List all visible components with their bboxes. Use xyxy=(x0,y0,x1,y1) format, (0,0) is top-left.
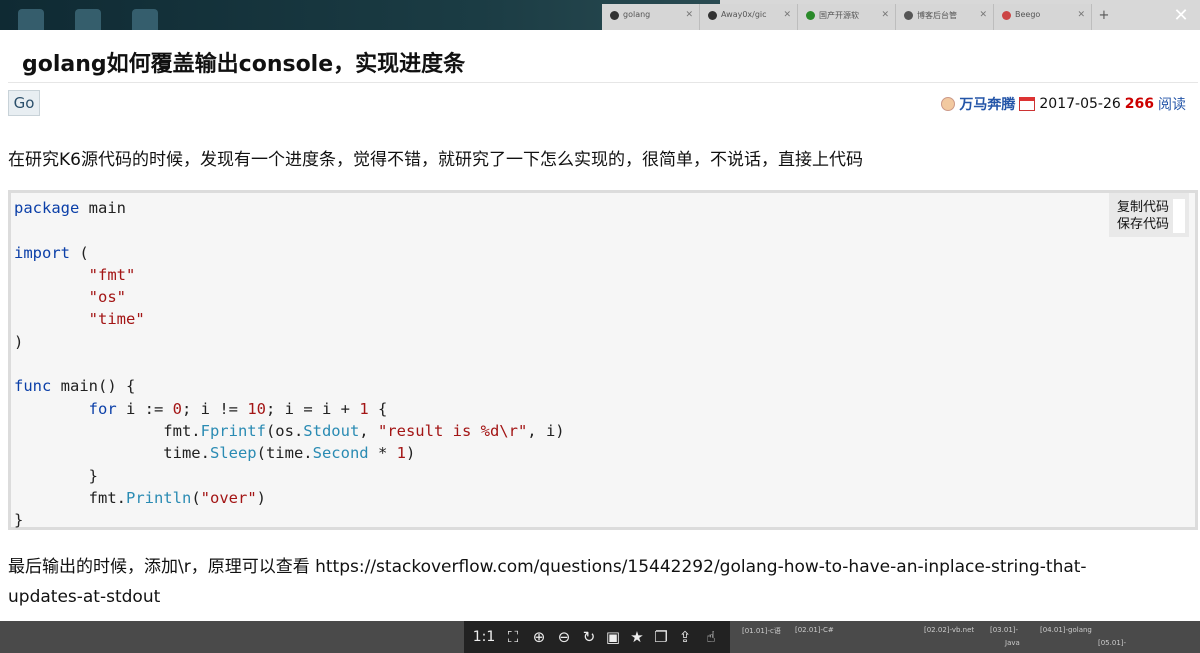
new-tab-button[interactable]: + xyxy=(1092,4,1116,30)
outro-paragraph: 最后输出的时候，添加\r，原理可以查看 https://stackoverflo… xyxy=(8,557,1087,607)
tab-close-icon[interactable]: ✕ xyxy=(881,10,889,20)
rotate-icon[interactable]: ↻ xyxy=(578,628,600,646)
copy-icon[interactable]: ❐ xyxy=(650,628,672,646)
tab-close-icon[interactable]: ✕ xyxy=(685,10,693,20)
browser-top-strip: golang ✕ Away0x/gic ✕ 国产开源软 ✕ 博客后台管 ✕ Beego ✕… xyxy=(0,0,1200,30)
avatar-icon xyxy=(941,97,956,111)
tab-close-icon[interactable]: ✕ xyxy=(783,10,791,20)
folder-icon[interactable] xyxy=(18,9,44,30)
taskbar-item[interactable]: [05.01]- xyxy=(1098,639,1126,647)
taskbar-item[interactable]: [01.01]-c语 xyxy=(742,626,781,636)
code-line: fmt.Fprintf(os.Stdout, "result is %d\r",… xyxy=(14,421,565,440)
taskbar-item[interactable]: [02.02]-vb.net xyxy=(924,626,974,634)
bookmark-icon[interactable]: ★ xyxy=(626,628,648,646)
browser-tab[interactable]: golang ✕ xyxy=(602,4,700,30)
actual-size-button[interactable]: 1:1 xyxy=(472,628,496,646)
intro-paragraph: 在研究K6源代码的时候，发现有一个进度条，觉得不错，就研究了一下怎么实现的，很简… xyxy=(8,150,863,170)
view-count-label: 阅读 xyxy=(1158,97,1186,113)
folder-icon[interactable] xyxy=(132,9,158,30)
viewer-controls: 1:1 ⛶ ⊕ ⊖ ↻ ▣ ★ ❐ ⇪ ☝ xyxy=(464,621,730,653)
beego-icon xyxy=(1002,11,1011,20)
tab-close-icon[interactable]: ✕ xyxy=(979,10,987,20)
code-line: } xyxy=(14,466,98,485)
image-viewer-toolbar: [01.01]-c语 [02.01]-C# [02.02]-vb.net [03… xyxy=(0,621,1200,653)
code-line: "os" xyxy=(88,288,126,307)
view-count: 266 xyxy=(1124,96,1154,112)
tab-close-icon[interactable]: ✕ xyxy=(1077,10,1085,20)
folder-icon[interactable] xyxy=(75,9,101,30)
author-link[interactable]: 万马奔腾 xyxy=(959,94,1015,114)
site-icon xyxy=(806,11,815,20)
divider xyxy=(8,82,1198,83)
zoom-out-icon[interactable]: ⊖ xyxy=(553,628,575,646)
taskbar-item[interactable]: [02.01]-C# xyxy=(795,626,834,634)
code-actions: 复制代码 保存代码 xyxy=(1109,193,1189,237)
code-block[interactable]: package main import ( "fmt" "os" "time")… xyxy=(8,190,1198,530)
zoom-in-icon[interactable]: ⊕ xyxy=(528,628,550,646)
code-line: time.Sleep(time.Second * 1) xyxy=(14,444,416,463)
calendar-icon xyxy=(1019,97,1036,111)
github-icon xyxy=(708,11,717,20)
taskbar-item[interactable]: Java xyxy=(1005,639,1020,647)
code-line: func main() { xyxy=(14,377,136,396)
code-line: "fmt" xyxy=(88,265,136,284)
hand-icon[interactable]: ☝ xyxy=(700,628,722,646)
save-code-button[interactable]: 保存代码 xyxy=(1115,216,1185,233)
go-button[interactable]: Go xyxy=(8,90,40,116)
share-icon[interactable]: ⇪ xyxy=(674,628,696,646)
browser-tab[interactable]: Beego ✕ xyxy=(994,4,1092,30)
code-content[interactable]: package main import ( "fmt" "os" "time")… xyxy=(14,197,565,531)
code-line: package main xyxy=(14,199,126,217)
save-icon[interactable]: ▣ xyxy=(602,628,624,646)
user-icon xyxy=(904,11,913,20)
code-line: } xyxy=(14,511,24,530)
article-meta: 万马奔腾 2017-05-26 266 阅读 xyxy=(941,94,1186,114)
code-line: import ( xyxy=(14,243,89,262)
browser-tab-bar: golang ✕ Away0x/gic ✕ 国产开源软 ✕ 博客后台管 ✕ Beego ✕… xyxy=(602,4,1116,30)
code-line: ) xyxy=(14,332,24,351)
taskbar-item[interactable]: [04.01]-golang xyxy=(1040,626,1092,634)
page-title: golang如何覆盖输出console，实现进度条 xyxy=(22,52,466,77)
code-line: "time" xyxy=(88,310,145,329)
publish-date: 2017-05-26 xyxy=(1039,96,1121,112)
taskbar-item[interactable]: [03.01]- xyxy=(990,626,1018,634)
close-icon[interactable]: ✕ xyxy=(1172,7,1190,26)
browser-tab[interactable]: 国产开源软 ✕ xyxy=(798,4,896,30)
code-line: for i := 0; i != 10; i = i + 1 { xyxy=(88,399,388,418)
code-line: fmt.Println("over") xyxy=(14,488,266,507)
copy-code-button[interactable]: 复制代码 xyxy=(1115,199,1185,216)
browser-tab[interactable]: Away0x/gic ✕ xyxy=(700,4,798,30)
browser-tab[interactable]: 博客后台管 ✕ xyxy=(896,4,994,30)
fit-screen-icon[interactable]: ⛶ xyxy=(502,628,524,646)
github-icon xyxy=(610,11,619,20)
